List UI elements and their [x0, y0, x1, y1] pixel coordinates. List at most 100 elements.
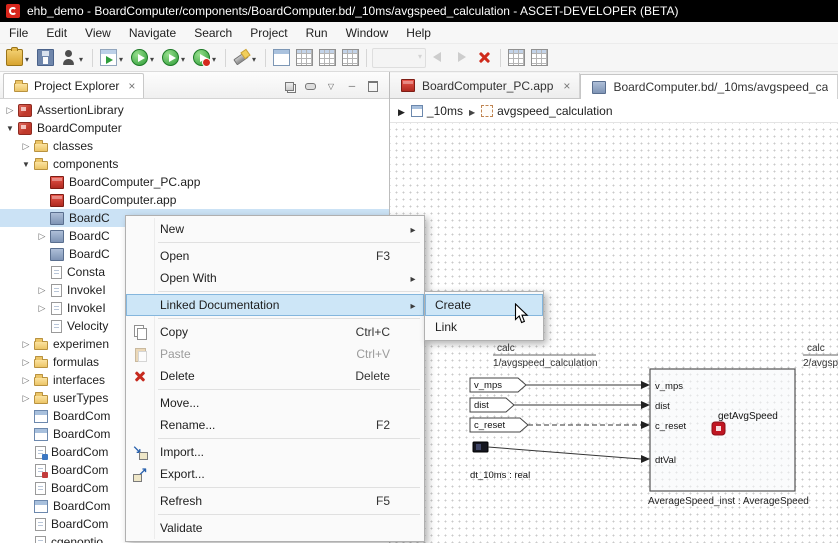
- menu-item-label: Open: [160, 249, 190, 263]
- view-menu-icon[interactable]: [323, 78, 339, 94]
- link-with-editor-icon[interactable]: [302, 78, 318, 94]
- expand-arrow-icon[interactable]: [20, 335, 32, 353]
- averagespeed-block[interactable]: v_mps dist c_reset dtVal getAvgSpeed Ave…: [648, 368, 809, 507]
- toolbar-button-icon: [453, 49, 470, 66]
- context-menu-item[interactable]: Open With: [126, 267, 424, 289]
- context-menu-item[interactable]: Import...: [126, 441, 424, 463]
- toolbar-button[interactable]: [35, 44, 56, 72]
- toolbar-button[interactable]: [231, 44, 260, 72]
- expand-arrow-icon[interactable]: [20, 389, 32, 407]
- expand-arrow-icon[interactable]: [36, 299, 48, 317]
- tree-item-label: AssertionLibrary: [37, 103, 124, 117]
- context-menu-item[interactable]: Export...: [126, 463, 424, 485]
- context-menu-item[interactable]: Linked Documentation: [126, 294, 424, 316]
- close-icon[interactable]: [563, 80, 570, 92]
- expand-arrow-icon[interactable]: [20, 137, 32, 155]
- menu-item[interactable]: Help: [397, 22, 440, 43]
- tree-item-icon: [50, 193, 64, 207]
- dropdown-caret-icon[interactable]: [77, 51, 85, 65]
- context-menu-item[interactable]: Validate: [126, 517, 424, 539]
- tab-boardcomputer-pc-app[interactable]: BoardComputer_PC.app: [390, 73, 581, 98]
- tree-item-icon: [51, 283, 62, 297]
- toolbar-button[interactable]: [340, 44, 361, 72]
- context-menu-item[interactable]: New: [126, 218, 424, 240]
- input-port-dist[interactable]: dist: [469, 397, 650, 413]
- expand-arrow-icon[interactable]: [36, 227, 48, 245]
- dropdown-caret-icon[interactable]: [250, 51, 258, 65]
- toolbar-button[interactable]: [160, 44, 189, 72]
- tree-item[interactable]: classes: [0, 137, 389, 155]
- context-menu-item[interactable]: Open F3: [126, 245, 424, 267]
- dropdown-caret-icon[interactable]: [148, 51, 156, 65]
- application-icon: [401, 79, 415, 92]
- toolbar-button[interactable]: [317, 44, 338, 72]
- method-icon[interactable]: [711, 421, 726, 436]
- toolbar-button[interactable]: [4, 44, 33, 72]
- tree-item-label: classes: [53, 139, 94, 153]
- menu-item-label: Linked Documentation: [160, 298, 280, 312]
- menu-item[interactable]: Navigate: [120, 22, 185, 43]
- block-diagram-icon: [592, 80, 607, 94]
- toolbar-button[interactable]: [428, 44, 449, 72]
- project-explorer-icon: [14, 80, 28, 92]
- context-menu-item[interactable]: Refresh F5: [126, 490, 424, 512]
- toolbar-button[interactable]: [271, 44, 292, 72]
- tree-item-label: BoardC: [69, 247, 110, 261]
- dropdown-caret-icon[interactable]: [210, 51, 218, 65]
- menu-item[interactable]: View: [76, 22, 120, 43]
- context-menu-item[interactable]: Copy Ctrl+C: [126, 321, 424, 343]
- toolbar-button[interactable]: [372, 47, 426, 68]
- expand-arrow-icon[interactable]: [4, 101, 16, 119]
- menu-item[interactable]: Edit: [37, 22, 76, 43]
- toolbar-button[interactable]: [58, 44, 87, 72]
- breadcrumb-root-arrow-icon[interactable]: [398, 104, 405, 118]
- tree-item[interactable]: BoardComputer_PC.app: [0, 173, 389, 191]
- context-menu-item[interactable]: Move...: [126, 392, 424, 414]
- expand-arrow-icon[interactable]: [20, 371, 32, 389]
- menu-item[interactable]: Project: [241, 22, 296, 43]
- expand-arrow-icon[interactable]: [20, 155, 32, 174]
- expand-arrow-icon[interactable]: [4, 119, 16, 138]
- input-port-v-mps[interactable]: v_mps: [469, 377, 650, 393]
- breadcrumb-item-avgspeed-calculation[interactable]: avgspeed_calculation: [481, 104, 613, 118]
- menu-item[interactable]: Run: [297, 22, 337, 43]
- tab-avgspeed-calculation[interactable]: BoardComputer.bd/_10ms/avgspeed_calculat…: [580, 74, 838, 99]
- tree-item-label: BoardCom: [53, 499, 111, 513]
- tree-item[interactable]: BoardComputer: [0, 119, 389, 137]
- expand-arrow-icon[interactable]: [36, 281, 48, 299]
- collapse-all-icon[interactable]: [281, 78, 297, 94]
- toolbar-button[interactable]: [129, 44, 158, 72]
- tree-item[interactable]: AssertionLibrary: [0, 101, 389, 119]
- tree-item-icon: [34, 499, 48, 513]
- toolbar-button[interactable]: [529, 44, 550, 72]
- menu-item[interactable]: Window: [337, 22, 398, 43]
- toolbar-button[interactable]: [474, 44, 495, 72]
- menu-item-icon: [126, 369, 154, 384]
- context-menu-item[interactable]: Paste Ctrl+V: [126, 343, 424, 365]
- toolbar-button[interactable]: [294, 44, 315, 72]
- menu-item[interactable]: File: [0, 22, 37, 43]
- tab-project-explorer[interactable]: Project Explorer: [3, 73, 145, 98]
- context-menu-item[interactable]: Delete Delete: [126, 365, 424, 387]
- view-tab-label: Project Explorer: [34, 79, 120, 93]
- context-menu-item[interactable]: Rename... F2: [126, 414, 424, 436]
- dropdown-caret-icon[interactable]: [117, 51, 125, 65]
- toolbar-button[interactable]: [98, 44, 127, 72]
- toolbar-button[interactable]: [451, 44, 472, 72]
- dt-10ms-element[interactable]: dt_10ms : real: [470, 441, 650, 481]
- tree-item[interactable]: components: [0, 155, 389, 173]
- menu-item-label: Paste: [160, 347, 191, 361]
- input-port-c-reset[interactable]: c_reset: [469, 417, 650, 433]
- close-icon[interactable]: [128, 80, 135, 92]
- tree-item[interactable]: BoardComputer.app: [0, 191, 389, 209]
- breadcrumb-item-10ms[interactable]: _10ms: [410, 104, 463, 118]
- menu-item[interactable]: Search: [185, 22, 241, 43]
- dropdown-caret-icon[interactable]: [179, 51, 187, 65]
- maximize-icon[interactable]: [365, 78, 381, 94]
- toolbar-group-run: [98, 44, 220, 72]
- toolbar-button[interactable]: [191, 44, 220, 72]
- minimize-icon[interactable]: [344, 78, 360, 94]
- toolbar-button[interactable]: [506, 44, 527, 72]
- dropdown-caret-icon[interactable]: [23, 51, 31, 65]
- expand-arrow-icon[interactable]: [20, 353, 32, 371]
